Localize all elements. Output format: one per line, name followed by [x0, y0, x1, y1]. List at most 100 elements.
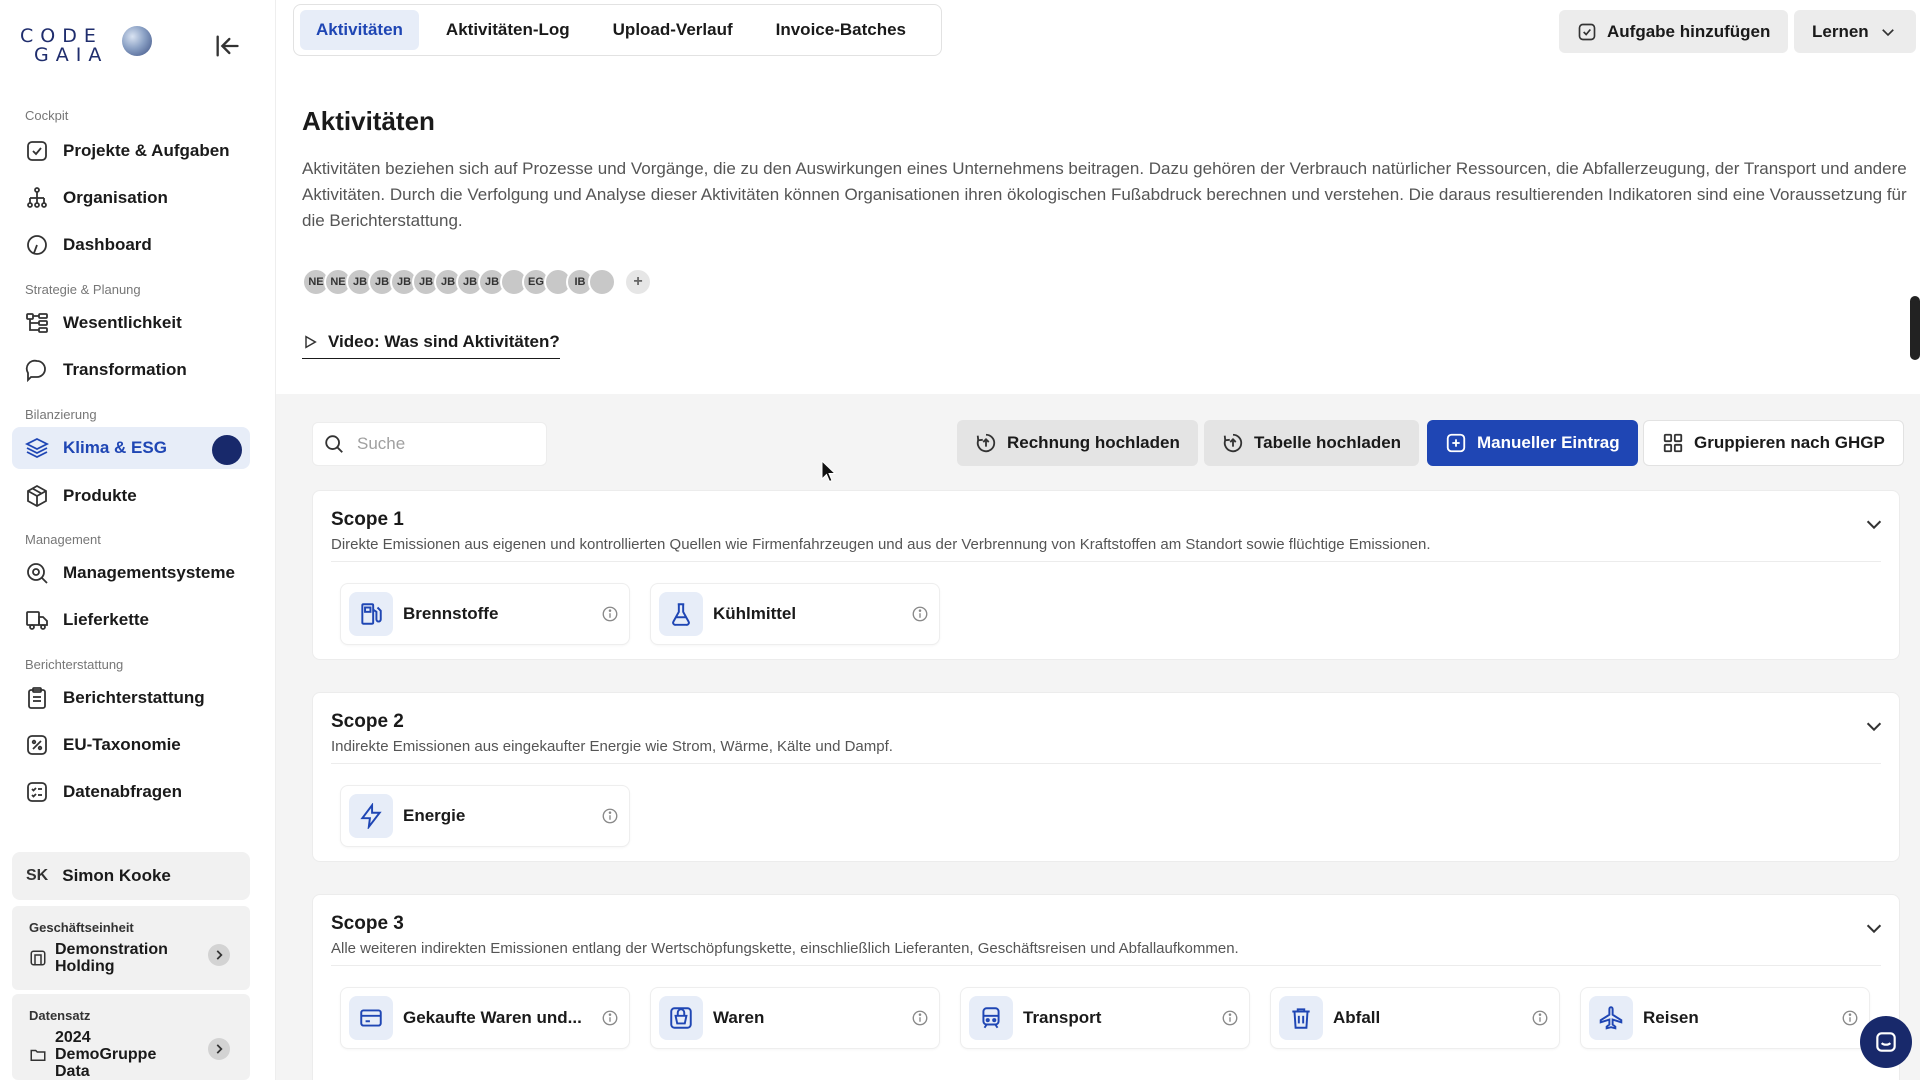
- sidebar-item-label: Lieferkette: [63, 610, 149, 629]
- upload-table-button[interactable]: Tabelle hochladen: [1204, 420, 1420, 466]
- info-icon[interactable]: [601, 807, 619, 825]
- category-tile-waren[interactable]: Waren: [650, 987, 940, 1049]
- chat-support-button[interactable]: [1860, 1016, 1912, 1068]
- tab-aktivitaeten[interactable]: Aktivitäten: [300, 10, 419, 50]
- search-box[interactable]: [312, 422, 547, 466]
- divider: [331, 763, 1881, 764]
- codegaia-logo[interactable]: CODE GAIA: [20, 24, 152, 66]
- tab-bar: Aktivitäten Aktivitäten-Log Upload-Verla…: [293, 4, 942, 56]
- category-label: Kühlmittel: [713, 604, 797, 623]
- gauge-icon: [25, 233, 49, 257]
- info-icon[interactable]: [1221, 1009, 1239, 1027]
- card-icon: [349, 996, 393, 1040]
- globe-icon: [122, 26, 152, 56]
- chevron-down-icon: [1879, 23, 1897, 41]
- group-ghgp-button[interactable]: Gruppieren nach GHGP: [1643, 420, 1904, 466]
- avatar: SK: [26, 867, 49, 884]
- sidebar-item-eu-taxonomie[interactable]: EU-Taxonomie: [12, 724, 250, 766]
- sidebar-item-transformation[interactable]: Transformation: [12, 349, 250, 391]
- plane-icon: [1589, 996, 1633, 1040]
- category-tile-gekaufte-waren[interactable]: Gekaufte Waren und...: [340, 987, 630, 1049]
- sidebar-item-projekte[interactable]: Projekte & Aufgaben: [12, 130, 250, 172]
- sidebar-item-label: Klima & ESG: [63, 438, 167, 457]
- chat-icon: [25, 358, 49, 382]
- category-tile-kuehlmittel[interactable]: Kühlmittel: [650, 583, 940, 645]
- sidebar-item-datenabfragen[interactable]: Datenabfragen: [12, 771, 250, 813]
- info-icon[interactable]: [1531, 1009, 1549, 1027]
- upload-invoice-label: Rechnung hochladen: [1007, 433, 1180, 452]
- business-unit-selector[interactable]: Geschäftseinheit Demonstration Holding: [12, 906, 250, 990]
- chat-icon: [1873, 1029, 1899, 1055]
- sidebar-item-lieferkette[interactable]: Lieferkette: [12, 599, 250, 641]
- category-label: Energie: [403, 806, 466, 825]
- chevron-down-icon[interactable]: [1863, 513, 1885, 535]
- building-icon: [29, 949, 47, 967]
- sidebar-item-managementsysteme[interactable]: Managementsysteme: [12, 552, 250, 594]
- learn-label: Lernen: [1812, 21, 1869, 41]
- info-icon[interactable]: [911, 605, 929, 623]
- upload-invoice-button[interactable]: Rechnung hochladen: [957, 420, 1198, 466]
- add-member-button[interactable]: +: [624, 268, 652, 296]
- manual-entry-button[interactable]: Manueller Eintrag: [1427, 420, 1638, 466]
- sidebar-item-label: Organisation: [63, 188, 168, 207]
- scope-1-card: Scope 1 Direkte Emissionen aus eigenen u…: [312, 490, 1900, 660]
- sidebar-item-label: Datenabfragen: [63, 782, 183, 801]
- dataset-selector[interactable]: Datensatz 2024 DemoGruppe Data: [12, 994, 250, 1080]
- sidebar-item-produkte[interactable]: Produkte: [12, 475, 250, 517]
- avatar-group: NE NE JB JB JB JB JB JB JB EG IB +: [302, 268, 652, 296]
- logo-line-2: GAIA: [34, 44, 109, 66]
- nav-section-management: Management: [25, 532, 101, 547]
- nav-section-bilanzierung: Bilanzierung: [25, 407, 97, 422]
- group-ghgp-label: Gruppieren nach GHGP: [1694, 433, 1885, 452]
- nav-section-berichterstattung: Berichterstattung: [25, 657, 124, 672]
- scrollbar-handle[interactable]: [1910, 296, 1920, 360]
- scope-2-card: Scope 2 Indirekte Emissionen aus eingeka…: [312, 692, 1900, 862]
- info-icon[interactable]: [601, 605, 619, 623]
- scope-3-card: Scope 3 Alle weiteren indirekten Emissio…: [312, 894, 1900, 1080]
- chevron-down-icon[interactable]: [1863, 715, 1885, 737]
- dataset-label: Datensatz: [29, 1008, 91, 1023]
- category-label: Gekaufte Waren und...: [403, 1008, 582, 1027]
- chevron-right-icon[interactable]: [208, 1038, 230, 1060]
- manual-entry-label: Manueller Eintrag: [1477, 433, 1620, 452]
- sidebar-item-organisation[interactable]: Organisation: [12, 177, 250, 219]
- sidebar-item-wesentlichkeit[interactable]: Wesentlichkeit: [12, 302, 250, 344]
- scope-title: Scope 1: [331, 509, 404, 530]
- learn-dropdown[interactable]: Lernen: [1794, 10, 1916, 53]
- sidebar-item-label: EU-Taxonomie: [63, 735, 181, 754]
- tab-aktivitaeten-log[interactable]: Aktivitäten-Log: [430, 10, 586, 50]
- user-card[interactable]: SK Simon Kooke: [12, 852, 250, 900]
- add-task-button[interactable]: Aufgabe hinzufügen: [1559, 10, 1789, 53]
- category-tile-transport[interactable]: Transport: [960, 987, 1250, 1049]
- intro-section: Aktivitäten Aktivitäten beziehen sich au…: [276, 68, 1920, 394]
- info-icon[interactable]: [601, 1009, 619, 1027]
- sidebar-item-klima-esg[interactable]: Klima & ESG: [12, 427, 250, 469]
- upload-table-label: Tabelle hochladen: [1254, 433, 1402, 452]
- sidebar-item-dashboard[interactable]: Dashboard: [12, 224, 250, 266]
- tree-icon: [25, 311, 49, 335]
- chevron-down-icon[interactable]: [1863, 917, 1885, 939]
- collapse-sidebar-icon[interactable]: [213, 32, 241, 60]
- sidebar-item-label: Wesentlichkeit: [63, 313, 182, 332]
- clipboard-icon: [25, 686, 49, 710]
- search-input[interactable]: [357, 434, 527, 454]
- tab-invoice-batches[interactable]: Invoice-Batches: [760, 10, 922, 50]
- info-icon[interactable]: [911, 1009, 929, 1027]
- category-label: Transport: [1023, 1008, 1102, 1027]
- avatar[interactable]: [588, 268, 616, 296]
- hierarchy-icon: [25, 186, 49, 210]
- category-tile-abfall[interactable]: Abfall: [1270, 987, 1560, 1049]
- chevron-right-icon[interactable]: [208, 944, 230, 966]
- category-tile-reisen[interactable]: Reisen: [1580, 987, 1870, 1049]
- info-icon[interactable]: [1841, 1009, 1859, 1027]
- video-link[interactable]: Video: Was sind Aktivitäten?: [302, 332, 560, 359]
- tab-upload-verlauf[interactable]: Upload-Verlauf: [597, 10, 749, 50]
- category-tile-brennstoffe[interactable]: Brennstoffe: [340, 583, 630, 645]
- lightning-icon: [349, 794, 393, 838]
- category-label: Waren: [713, 1008, 765, 1027]
- scope-title: Scope 3: [331, 913, 404, 934]
- category-label: Brennstoffe: [403, 604, 499, 623]
- category-tile-energie[interactable]: Energie: [340, 785, 630, 847]
- sidebar-item-berichterstattung[interactable]: Berichterstattung: [12, 677, 250, 719]
- trash-icon: [1279, 996, 1323, 1040]
